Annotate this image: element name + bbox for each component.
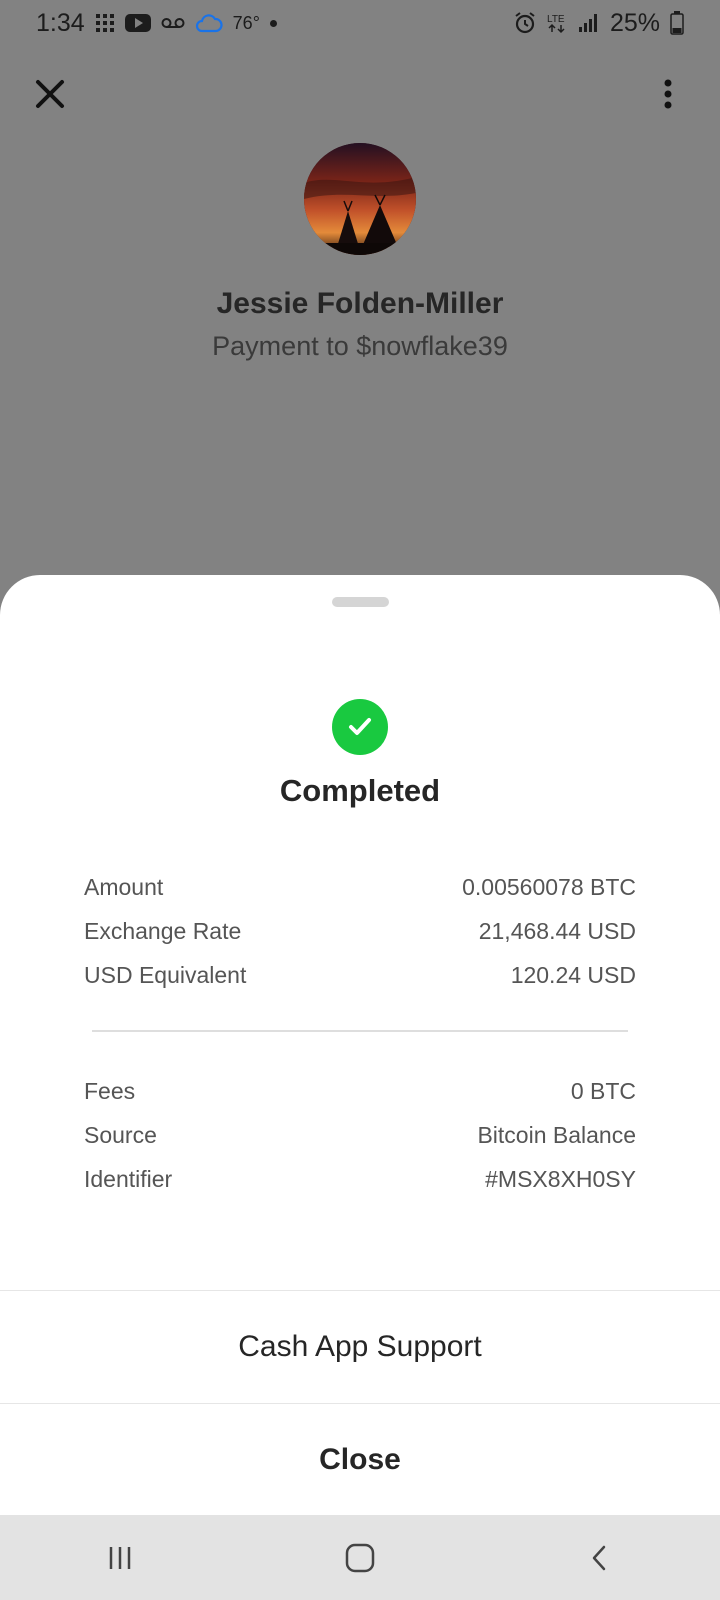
detail-row-amount: Amount 0.00560078 BTC [84,871,636,903]
screen: 1:34 76° LTE 25% Jessie Folden-Miller Pa… [0,0,720,1600]
status-bar-right: LTE 25% [514,9,684,38]
avatar-image [304,143,416,255]
status-bar: 1:34 76° LTE 25% [0,0,720,46]
svg-text:LTE: LTE [547,14,565,25]
voicemail-icon [161,16,185,30]
signal-icon [578,13,600,33]
avatar [304,143,416,255]
recents-button[interactable] [90,1528,150,1588]
detail-value: 0.00560078 BTC [462,873,636,900]
status-battery: 25% [609,8,660,37]
detail-value: Bitcoin Balance [477,1121,636,1148]
system-nav-bar [0,1515,720,1600]
lte-icon: LTE [546,12,568,34]
detail-label: Identifier [84,1165,173,1192]
app-grid-icon [95,13,115,33]
more-options-button[interactable] [652,74,684,114]
detail-value: #MSX8XH0SY [485,1165,636,1192]
back-icon [592,1545,606,1570]
close-button[interactable] [30,74,70,114]
status-title: Completed [279,773,441,808]
status-temperature: 76° [232,12,260,33]
close-icon [36,80,64,108]
check-icon [349,718,371,735]
detail-row-source: Source Bitcoin Balance [84,1119,636,1151]
battery-icon [670,11,684,35]
cash-app-support-button[interactable]: Cash App Support [0,1290,720,1402]
detail-label: Exchange Rate [84,917,242,944]
detail-label: Amount [84,873,164,900]
alarm-icon [514,12,536,34]
detail-row-fees: Fees 0 BTC [84,1075,636,1107]
status-bar-left: 1:34 76° [36,9,277,38]
home-button[interactable] [330,1528,390,1588]
detail-value: 21,468.44 USD [478,917,636,944]
detail-value: 120.24 USD [510,961,636,988]
detail-divider [92,1030,628,1032]
detail-row-identifier: Identifier #MSX8XH0SY [84,1163,636,1195]
home-icon [345,1543,375,1572]
cloud-icon [195,13,223,33]
close-sheet-button[interactable]: Close [0,1403,720,1515]
more-vert-icon [664,79,672,109]
recents-icon [109,1546,131,1569]
detail-label: USD Equivalent [84,961,247,988]
back-button[interactable] [570,1528,630,1588]
notification-dot-icon [269,19,277,27]
payment-subtitle: Payment to $nowflake39 [212,331,508,361]
detail-row-usd-equivalent: USD Equivalent 120.24 USD [84,959,636,991]
youtube-icon [124,13,151,33]
detail-label: Source [84,1121,157,1148]
status-time: 1:34 [36,8,85,37]
detail-label: Fees [84,1077,136,1104]
payee-name: Jessie Folden-Miller [216,287,504,320]
status-check-badge [332,699,388,755]
sheet-drag-handle[interactable] [332,597,389,607]
detail-row-exchange-rate: Exchange Rate 21,468.44 USD [84,915,636,947]
detail-value: 0 BTC [570,1077,636,1104]
transaction-sheet: Completed Amount 0.00560078 BTC Exchange… [0,575,720,1515]
